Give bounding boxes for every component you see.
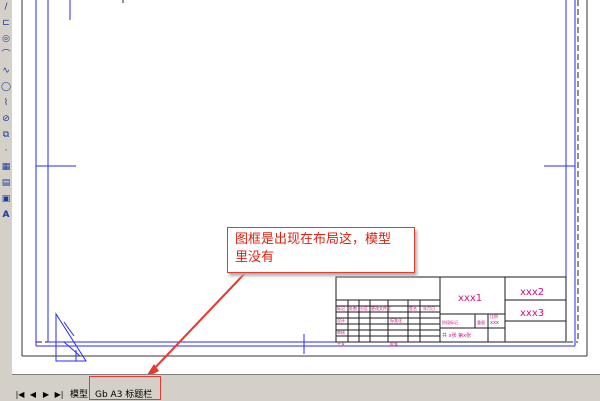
- first-tab-button[interactable]: |◀: [15, 390, 25, 400]
- drawing-name: xxx1: [458, 293, 482, 304]
- layout-drawing: xxx1 xxx2 xxx3 xxx 共 x张 第x张 标记 处数 分区 更改文…: [21, 0, 588, 378]
- scale-label: 比例: [490, 313, 498, 319]
- point-icon[interactable]: ·: [1, 146, 11, 156]
- prev-tab-button[interactable]: ◀: [28, 390, 38, 400]
- row-label-mark: 标记: [337, 305, 345, 311]
- tab-highlight-box: [89, 376, 161, 400]
- stage-mark-label: 阶段标记: [442, 319, 458, 325]
- circle-icon[interactable]: ◎: [1, 34, 11, 44]
- annotation-arrow: [150, 269, 249, 373]
- sheet-count: 共 x张 第x张: [442, 332, 471, 339]
- role-design: 设计: [337, 317, 345, 323]
- row-label-signature: 签名: [409, 305, 417, 311]
- drawing-canvas[interactable]: xxx1 xxx2 xxx3 xxx 共 x张 第x张 标记 处数 分区 更改文…: [12, 0, 600, 378]
- gradient-icon[interactable]: ▤: [1, 178, 11, 188]
- orientation-mark: [55, 312, 87, 362]
- row-label-date: 年月日: [423, 305, 435, 311]
- table-icon[interactable]: ▦: [1, 162, 11, 172]
- region-icon[interactable]: ▣: [1, 194, 11, 204]
- insert-icon[interactable]: ⧉: [1, 130, 11, 140]
- mtext-icon[interactable]: A: [1, 210, 11, 220]
- polyline-icon[interactable]: ⊏: [1, 18, 11, 28]
- spline-icon[interactable]: ∿: [1, 66, 11, 76]
- role-review: 审核: [337, 329, 345, 335]
- row-label-count: 处数: [349, 305, 357, 311]
- annotation-line-2: 里没有: [235, 250, 275, 265]
- hatch-icon[interactable]: ⊘: [1, 114, 11, 124]
- line-icon[interactable]: /: [1, 2, 11, 12]
- role-process: 工艺: [337, 342, 345, 347]
- company-name: xxx3: [520, 308, 544, 319]
- row-label-change-doc: 更改文件号: [371, 305, 391, 311]
- annotation-line-1: 图框是出现在布局这，模型: [235, 232, 392, 247]
- approve-label: 批准: [390, 341, 398, 347]
- standard-label: 标准化: [390, 317, 402, 323]
- ellipse-icon[interactable]: ◯: [1, 82, 11, 92]
- annotation-callout: 图框是出现在布局这，模型 里没有: [227, 227, 415, 273]
- weight-label: 重量: [477, 319, 485, 325]
- scale-value: xxx: [490, 320, 499, 326]
- arc-icon[interactable]: ⌒: [1, 50, 11, 60]
- revision-icon[interactable]: ⌇: [1, 98, 11, 108]
- row-label-zone: 分区: [360, 305, 368, 311]
- last-tab-button[interactable]: ▶|: [54, 390, 64, 400]
- drawing-code: xxx2: [520, 287, 544, 298]
- tab-model[interactable]: 模型: [70, 390, 88, 401]
- next-tab-button[interactable]: ▶: [41, 390, 51, 400]
